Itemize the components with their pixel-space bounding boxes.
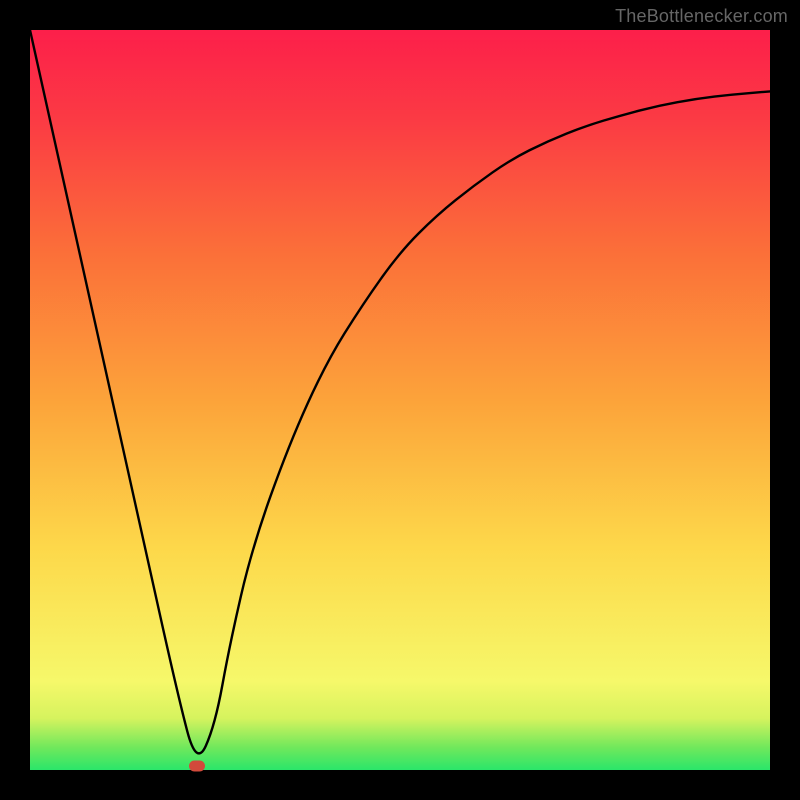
curve-svg (30, 30, 770, 770)
chart-frame: TheBottlenecker.com (0, 0, 800, 800)
source-link[interactable]: TheBottlenecker.com (615, 6, 788, 27)
plot-area (30, 30, 770, 770)
optimal-point-marker (189, 761, 205, 772)
bottleneck-curve (30, 30, 770, 753)
